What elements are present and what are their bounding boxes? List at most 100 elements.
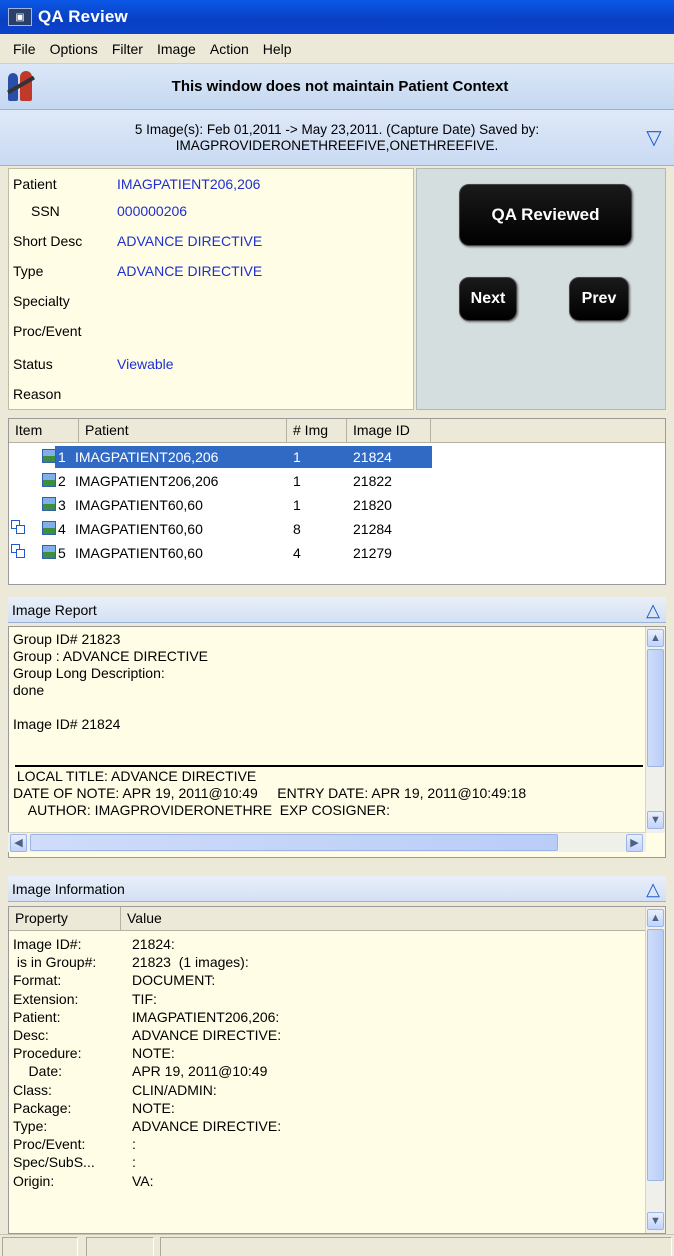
status-pane bbox=[86, 1237, 154, 1256]
image-thumbnail-icon bbox=[42, 521, 56, 535]
detail-label: Patient bbox=[13, 176, 57, 192]
menu-filter[interactable]: Filter bbox=[105, 41, 150, 57]
property-value: ADVANCE DIRECTIVE: bbox=[132, 1027, 282, 1043]
image-group-icon bbox=[11, 544, 27, 560]
menu-image[interactable]: Image bbox=[150, 41, 203, 57]
report-vertical-scrollbar[interactable]: ▲ ▼ bbox=[645, 627, 665, 833]
row-image-id: 21820 bbox=[353, 497, 392, 513]
column-header-value[interactable]: Value bbox=[121, 907, 647, 931]
property-value: 21824: bbox=[132, 936, 175, 952]
menu-bar: File Options Filter Image Action Help bbox=[0, 34, 674, 64]
image-thumbnail-icon bbox=[42, 449, 56, 463]
detail-label: SSN bbox=[31, 203, 60, 219]
property-value: ADVANCE DIRECTIVE: bbox=[132, 1118, 282, 1134]
report-horizontal-scrollbar[interactable]: ◀ ▶ bbox=[8, 832, 646, 852]
row-item: 5 bbox=[58, 545, 66, 561]
table-row[interactable]: 5 IMAGPATIENT60,60 4 21279 bbox=[9, 541, 665, 565]
scroll-thumb[interactable] bbox=[647, 649, 664, 767]
column-header-patient[interactable]: Patient bbox=[79, 419, 287, 443]
table-row[interactable]: 4 IMAGPATIENT60,60 8 21284 bbox=[9, 517, 665, 541]
column-header-property[interactable]: Property bbox=[9, 907, 121, 931]
row-item: 1 bbox=[58, 449, 66, 465]
image-thumbnail-icon bbox=[42, 497, 56, 511]
image-information-header[interactable]: Image Information △ bbox=[8, 876, 666, 902]
image-list-header: Item Patient # Img Image ID bbox=[9, 419, 665, 443]
patient-context-icon bbox=[6, 69, 36, 105]
app-icon: ▣ bbox=[8, 8, 32, 26]
image-report-header[interactable]: Image Report △ bbox=[8, 597, 666, 623]
scroll-right-icon[interactable]: ▶ bbox=[626, 834, 643, 852]
scroll-thumb[interactable] bbox=[30, 834, 558, 851]
filter-summary-line2: IMAGPROVIDERONETHREEFIVE,ONETHREEFIVE. bbox=[175, 137, 499, 153]
filter-summary-bar: 5 Image(s): Feb 01,2011 -> May 23,2011. … bbox=[0, 110, 674, 166]
detail-value: IMAGPATIENT206,206 bbox=[117, 176, 261, 192]
row-image-id: 21279 bbox=[353, 545, 392, 561]
property-value: APR 19, 2011@10:49 bbox=[132, 1063, 268, 1080]
collapse-triangle-icon[interactable]: △ bbox=[646, 600, 660, 621]
scroll-up-icon[interactable]: ▲ bbox=[647, 629, 664, 647]
expand-triangle-icon[interactable]: ▽ bbox=[634, 125, 674, 150]
detail-value: ADVANCE DIRECTIVE bbox=[117, 233, 263, 249]
property-name: Image ID#: bbox=[13, 936, 82, 952]
row-num-img: 4 bbox=[293, 545, 301, 561]
row-item: 2 bbox=[58, 473, 66, 489]
property-name: Format: bbox=[13, 972, 62, 989]
image-report-note-text: LOCAL TITLE: ADVANCE DIRECTIVE DATE OF N… bbox=[13, 768, 527, 818]
column-header-item[interactable]: Item bbox=[9, 419, 79, 443]
row-num-img: 1 bbox=[293, 449, 301, 465]
collapse-triangle-icon[interactable]: △ bbox=[646, 879, 660, 900]
image-information-panel: Property Value Image ID#: 21824: is in Gr… bbox=[8, 906, 666, 1234]
row-patient: IMAGPATIENT206,206 bbox=[75, 473, 219, 489]
status-bar bbox=[0, 1234, 674, 1256]
property-value: CLIN/ADMIN: bbox=[132, 1081, 217, 1098]
property-value: NOTE: bbox=[132, 1045, 175, 1062]
menu-options[interactable]: Options bbox=[43, 41, 105, 57]
scroll-left-icon[interactable]: ◀ bbox=[10, 834, 27, 852]
column-header-image-id[interactable]: Image ID bbox=[347, 419, 431, 443]
menu-action[interactable]: Action bbox=[203, 41, 256, 57]
detail-value: Viewable bbox=[117, 356, 174, 372]
column-header-num-img[interactable]: # Img bbox=[287, 419, 347, 443]
title-bar: ▣ QA Review bbox=[0, 0, 674, 34]
detail-label: Reason bbox=[13, 386, 62, 402]
property-value: : bbox=[132, 1154, 136, 1171]
property-name: Spec/SubS... bbox=[13, 1154, 95, 1171]
image-report-panel: Group ID# 21823 Group : ADVANCE DIRECTIV… bbox=[8, 626, 666, 858]
filter-summary-line1: 5 Image(s): Feb 01,2011 -> May 23,2011. … bbox=[134, 121, 540, 137]
detail-label: Specialty bbox=[13, 293, 70, 309]
next-button[interactable]: Next bbox=[459, 277, 517, 321]
property-name: Date: bbox=[13, 1063, 63, 1080]
table-row[interactable]: 2 IMAGPATIENT206,206 1 21822 bbox=[9, 469, 665, 493]
row-image-id: 21824 bbox=[353, 449, 392, 465]
patient-context-message: This window does not maintain Patient Co… bbox=[171, 78, 509, 95]
property-name: Desc: bbox=[13, 1027, 49, 1043]
image-report-text: Group ID# 21823 Group : ADVANCE DIRECTIV… bbox=[13, 631, 209, 732]
menu-file[interactable]: File bbox=[6, 41, 43, 57]
scroll-thumb[interactable] bbox=[647, 929, 664, 1181]
property-name: Procedure: bbox=[13, 1045, 82, 1062]
prev-button[interactable]: Prev bbox=[569, 277, 629, 321]
detail-value: 000000206 bbox=[117, 203, 188, 219]
scroll-up-icon[interactable]: ▲ bbox=[647, 909, 664, 927]
row-patient: IMAGPATIENT60,60 bbox=[75, 521, 203, 537]
property-name: Package: bbox=[13, 1099, 72, 1116]
property-value: TIF: bbox=[132, 990, 157, 1007]
row-patient: IMAGPATIENT206,206 bbox=[75, 449, 219, 465]
property-value: : bbox=[132, 1136, 136, 1153]
scroll-down-icon[interactable]: ▼ bbox=[647, 811, 664, 829]
scroll-down-icon[interactable]: ▼ bbox=[647, 1212, 664, 1230]
qa-reviewed-button[interactable]: QA Reviewed bbox=[459, 184, 632, 246]
image-information-list-header: Property Value bbox=[9, 907, 647, 931]
row-num-img: 8 bbox=[293, 521, 301, 537]
detail-label: Status bbox=[13, 356, 53, 372]
table-row[interactable]: 3 IMAGPATIENT60,60 1 21820 bbox=[9, 493, 665, 517]
menu-help[interactable]: Help bbox=[256, 41, 299, 57]
report-divider bbox=[15, 765, 643, 767]
qa-actions-panel: QA Reviewed Next Prev bbox=[416, 168, 666, 410]
table-row[interactable]: 1 IMAGPATIENT206,206 1 21824 bbox=[9, 445, 665, 469]
property-name: Type: bbox=[13, 1118, 48, 1134]
property-name: Proc/Event: bbox=[13, 1136, 86, 1153]
property-value: VA: bbox=[132, 1172, 154, 1189]
info-vertical-scrollbar[interactable]: ▲ ▼ bbox=[645, 907, 665, 1233]
image-report-title: Image Report bbox=[12, 601, 97, 618]
